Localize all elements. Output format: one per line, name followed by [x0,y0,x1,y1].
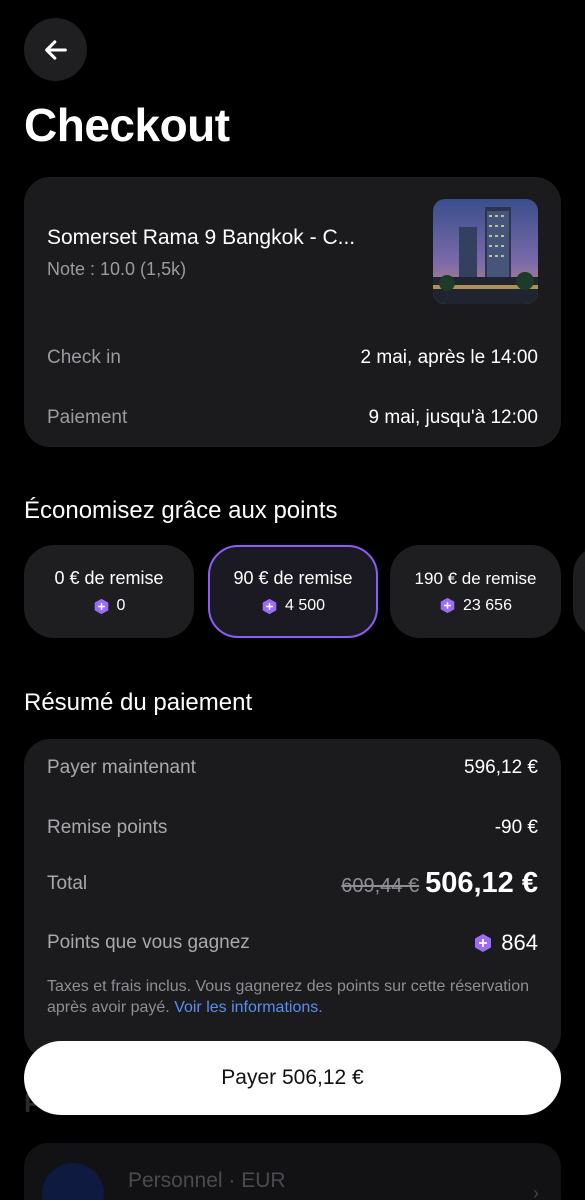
total-new-price: 506,12 € [425,867,538,899]
total-row: Total 609,44 € 506,12 € [47,867,538,900]
earn-points-label: Points que vous gagnez [47,932,250,953]
points-option-3[interactable] [573,545,585,638]
hotel-card[interactable]: Somerset Rama 9 Bangkok - C... Note : 10… [24,177,561,447]
points-gem-icon [94,598,108,614]
points-option-label: 0 € de remise [54,568,164,588]
info-link[interactable]: Voir les informations. [174,999,323,1016]
summary-note: Taxes et frais inclus. Vous gagnerez des… [47,976,531,1018]
points-gem-icon [475,934,492,952]
checkin-label: Check in [47,347,121,368]
payment-summary-card: Payer maintenant 596,12 € Remise points … [24,739,561,1059]
payment-row: Paiement 9 mai, jusqu'à 12:00 [47,407,538,429]
points-option-label: 190 € de remise [414,568,537,588]
payment-value: 9 mai, jusqu'à 12:00 [368,407,538,428]
pay-now-label: Payer maintenant [47,757,196,778]
points-option-1[interactable]: 90 € de remise 4 500 [208,545,378,638]
hotel-rating: Note : 10.0 (1,5k) [47,259,187,279]
points-option-cost: 0 [116,597,126,614]
points-option-label: 90 € de remise [233,568,353,588]
earn-points-value: 864 [501,930,538,955]
discount-label: Remise points [47,817,168,838]
points-option-cost: 23 656 [463,596,512,614]
checkin-value: 2 mai, après le 14:00 [360,347,538,368]
page-title: Checkout [24,99,230,151]
pay-now-value: 596,12 € [464,757,538,778]
discount-value: -90 € [494,817,538,838]
hotel-image [433,199,538,304]
arrow-left-icon [44,39,67,60]
checkin-row: Check in 2 mai, après le 14:00 [47,347,538,369]
eu-flag-icon [42,1163,104,1200]
discount-row: Remise points -90 € [47,817,538,839]
chevron-right-icon: › [533,1183,539,1200]
pay-now-row: Payer maintenant 596,12 € [47,757,538,779]
hotel-name: Somerset Rama 9 Bangkok - C... [47,226,356,249]
total-label: Total [47,872,88,894]
points-section-title: Économisez grâce aux points [24,497,338,524]
points-option-cost: 4 500 [284,597,326,614]
points-option-2[interactable]: 190 € de remise 23 656 [390,545,561,638]
points-option-0[interactable]: 0 € de remise 0 [24,545,194,638]
earn-points-row: Points que vous gagnez 864 [47,930,538,956]
points-gem-icon [440,597,455,614]
points-gem-icon [262,598,277,614]
payment-label: Paiement [47,407,128,428]
account-label: Personnel · EUR [128,1169,286,1192]
total-old-price: 609,44 € [341,875,420,897]
payment-account-row[interactable]: Personnel · EUR › [24,1143,561,1200]
back-button[interactable] [24,18,87,81]
pay-button[interactable]: Payer 506,12 € [24,1041,561,1115]
summary-title: Résumé du paiement [24,689,253,716]
points-options: 0 € de remise 0 90 € de remise 4 500 190… [24,545,585,638]
